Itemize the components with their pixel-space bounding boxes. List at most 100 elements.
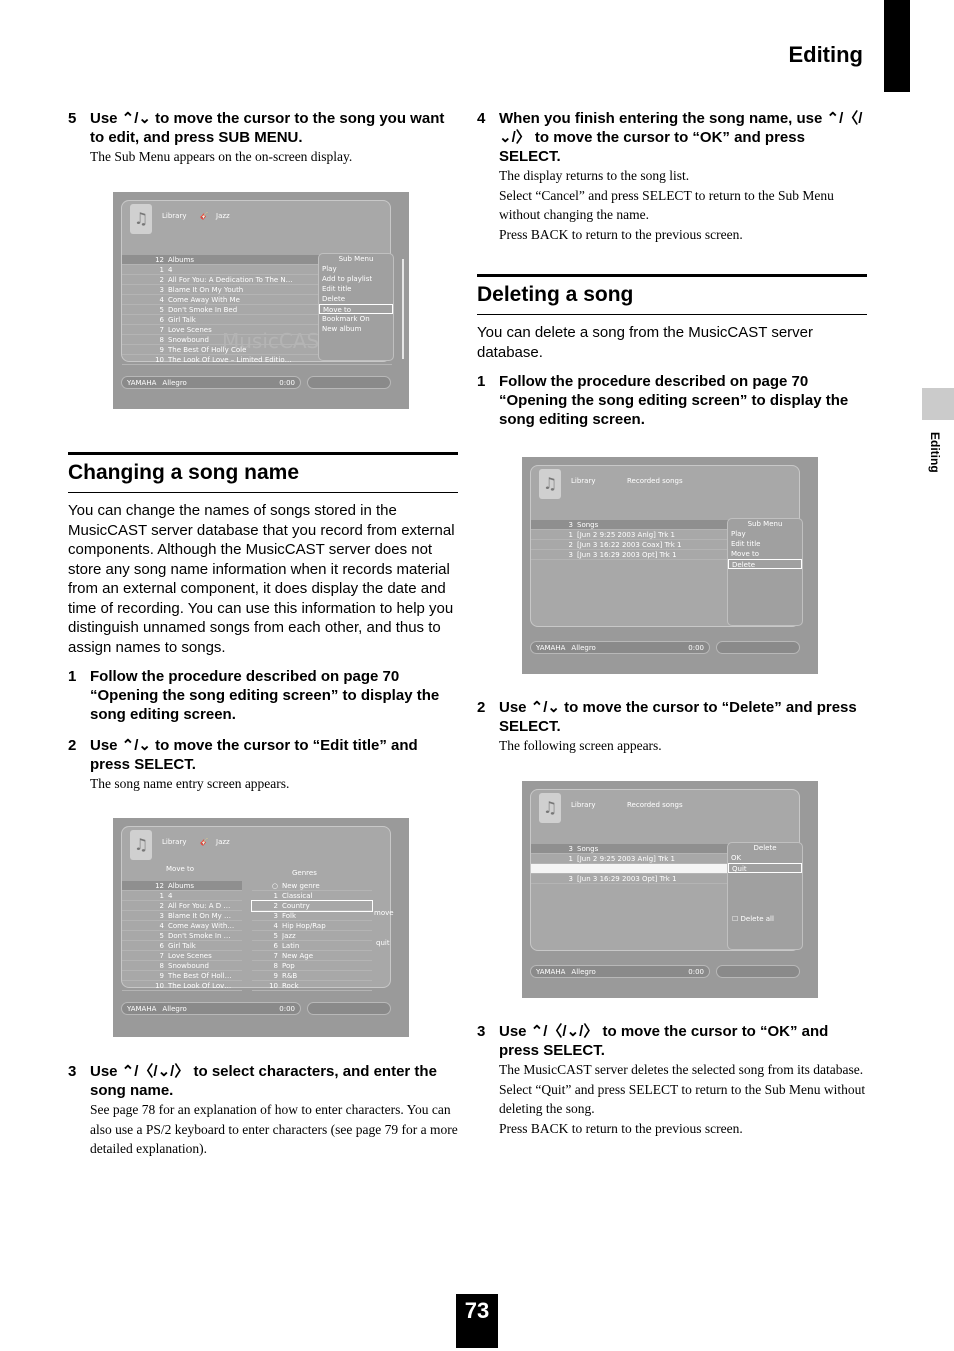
screen-delete-submenu: ♫ Library Recorded songs 3 Songs 1 [Jun 2 9… <box>522 457 818 674</box>
breadcrumb-genre: Jazz <box>216 838 230 846</box>
move-label[interactable]: move <box>374 909 394 917</box>
left-column: 5 Use ⌃/⌄ to move the cursor to the song … <box>68 109 458 167</box>
menu-item[interactable]: Play <box>728 529 802 539</box>
intro-text: You can delete a song from the MusicCAST… <box>477 324 814 361</box>
step-2-note: The song name entry screen appears. <box>90 776 290 791</box>
menu-item[interactable]: New album <box>319 324 393 334</box>
section-title: Deleting a song <box>477 274 867 315</box>
screen-submenu: ♫ Library 🎸 Jazz MusicCAST 12 Albums 1 4 2 Al… <box>113 192 409 409</box>
genre-row[interactable]: ○ New genre <box>252 881 372 891</box>
list-row[interactable]: 5 Don't Smoke In … <box>122 931 242 941</box>
genres-header: Genres <box>292 869 317 877</box>
menu-item[interactable]: Add to playlist <box>319 274 393 284</box>
genre-list: ○ New genre 1 Classical 2 Country 3 Folk 4 Hip Ho… <box>251 881 373 991</box>
menu-item[interactable]: Move to <box>728 549 802 559</box>
menu-item[interactable]: Quit <box>728 863 802 873</box>
music-note-icon: ♫ <box>130 204 152 234</box>
page-number: 73 <box>456 1294 498 1348</box>
now-playing-bar: YAMAHA Allegro 0:00 <box>530 965 710 978</box>
guitar-icon: 🎸 <box>200 212 209 220</box>
genre-row[interactable]: 2 Country <box>251 900 373 912</box>
genre-row[interactable]: 9 R&B <box>252 971 372 981</box>
step-2: 2 Use ⌃/⌄ to move the cursor to “Delete” … <box>477 699 857 735</box>
guitar-icon: 🎸 <box>200 838 209 846</box>
step-5-note: The Sub Menu appears on the on-screen di… <box>90 149 353 164</box>
now-playing-bar: YAMAHA Allegro 0:00 <box>121 1002 301 1015</box>
sub-menu-title: Sub Menu <box>338 255 374 263</box>
breadcrumb-genre: Jazz <box>216 212 230 220</box>
genre-row[interactable]: 5 Jazz <box>252 931 372 941</box>
list-row[interactable]: 14 <box>122 891 242 901</box>
delete-all-checkbox[interactable]: ☐ Delete all <box>732 915 774 923</box>
list-row[interactable]: 7 Love Scenes <box>122 951 242 961</box>
music-note-icon: ♫ <box>539 469 561 499</box>
delete-menu: Delete OK Quit ☐ Delete all <box>727 842 803 950</box>
list-row[interactable]: 12 Albums <box>122 881 242 891</box>
step-3: 3 Use ⌃/〈/⌄/〉 to select characters, and e… <box>68 1063 437 1099</box>
list-row[interactable]: 2 All For You: A D … <box>122 901 242 911</box>
breadcrumb-library: Library <box>162 212 187 220</box>
step-2-block: 2 Use ⌃/⌄ to move the cursor to “Delete” … <box>477 698 867 756</box>
step-1: 1 Follow the procedure described on page … <box>477 373 849 428</box>
breadcrumb-recorded: Recorded songs <box>627 801 683 809</box>
screen-delete-confirm: ♫ Library Recorded songs 3 Songs 1 [Jun 2 9… <box>522 781 818 998</box>
right-column: 4 When you finish entering the song name,… <box>477 109 867 429</box>
list-row[interactable]: 3 Blame It On My … <box>122 911 242 921</box>
list-row[interactable]: 4 Come Away With… <box>122 921 242 931</box>
move-to-label: Move to <box>166 865 195 873</box>
quit-label[interactable]: quit <box>376 939 390 947</box>
genre-row[interactable]: 6 Latin <box>252 941 372 951</box>
music-note-icon: ♫ <box>130 830 152 860</box>
menu-item[interactable]: Edit title <box>728 539 802 549</box>
step-3-block: 3 Use ⌃/〈/⌄/〉 to move the cursor to “OK” … <box>477 1022 867 1138</box>
genre-row[interactable]: 7 New Age <box>252 951 372 961</box>
volume-bar <box>716 965 800 978</box>
menu-item[interactable]: Delete <box>319 294 393 304</box>
step-2: 2 Use ⌃/⌄ to move the cursor to “Edit tit… <box>68 737 418 773</box>
genre-row[interactable]: 1 Classical <box>252 891 372 901</box>
side-index-marker <box>922 388 954 420</box>
list-row[interactable]: 8 Snowbound <box>122 961 242 971</box>
now-playing-bar: YAMAHA Allegro 0:00 <box>121 376 301 389</box>
section-header-title: Editing <box>788 42 863 67</box>
step-3: 3 Use ⌃/〈/⌄/〉 to move the cursor to “OK” … <box>477 1023 829 1059</box>
step-3-note-2: Select “Quit” and press SELECT to return… <box>499 1081 866 1117</box>
menu-item[interactable]: OK <box>728 853 802 863</box>
step-2-note: The following screen appears. <box>499 738 662 753</box>
breadcrumb-library: Library <box>571 801 596 809</box>
album-list: 12 Albums 1 4 2 All For You: A D … 3 Blame It O… <box>122 881 242 991</box>
breadcrumb-library: Library <box>162 838 187 846</box>
genre-row[interactable]: 8 Pop <box>252 961 372 971</box>
now-playing-bar: YAMAHA Allegro 0:00 <box>530 641 710 654</box>
changing-song-name-section: Changing a song name You can change the … <box>68 452 458 794</box>
menu-item[interactable]: Edit title <box>319 284 393 294</box>
volume-bar <box>716 641 800 654</box>
volume-bar <box>307 1002 391 1015</box>
menu-item[interactable]: Bookmark On <box>319 314 393 324</box>
section-tab-marker <box>884 0 910 92</box>
breadcrumb-library: Library <box>571 477 596 485</box>
music-note-icon: ♫ <box>539 793 561 823</box>
scrollbar[interactable] <box>402 259 404 359</box>
step-3-block: 3 Use ⌃/〈/⌄/〉 to select characters, and e… <box>68 1062 458 1159</box>
step-3-note: See page 78 for an explanation of how to… <box>90 1102 458 1156</box>
menu-item[interactable]: Delete <box>728 559 802 569</box>
step-5: 5 Use ⌃/⌄ to move the cursor to the song … <box>68 110 445 146</box>
screen-move-to: ♫ Library 🎸 Jazz Move to Genres 12 Albums… <box>113 818 409 1037</box>
menu-item[interactable]: Move to <box>319 304 393 314</box>
step-4: 4 When you finish entering the song name,… <box>477 110 863 165</box>
list-row[interactable]: 10 The Look Of Lov… <box>122 981 242 991</box>
list-row[interactable]: 6 Girl Talk <box>122 941 242 951</box>
sub-menu: Sub Menu Play Add to playlist Edit title De… <box>318 253 394 361</box>
genre-row[interactable]: 4 Hip Hop/Rap <box>252 921 372 931</box>
section-title: Changing a song name <box>68 452 458 493</box>
list-row[interactable]: 9 The Best Of Holl… <box>122 971 242 981</box>
step-4-note-1: The display returns to the song list. <box>499 168 690 183</box>
intro-text: You can change the names of songs stored… <box>68 502 455 656</box>
menu-item[interactable]: Play <box>319 264 393 274</box>
genre-row[interactable]: 10 Rock <box>252 981 372 991</box>
step-4-note-2: Select “Cancel” and press SELECT to retu… <box>499 187 834 223</box>
volume-bar <box>307 376 391 389</box>
breadcrumb-recorded: Recorded songs <box>627 477 683 485</box>
genre-row[interactable]: 3 Folk <box>252 911 372 921</box>
